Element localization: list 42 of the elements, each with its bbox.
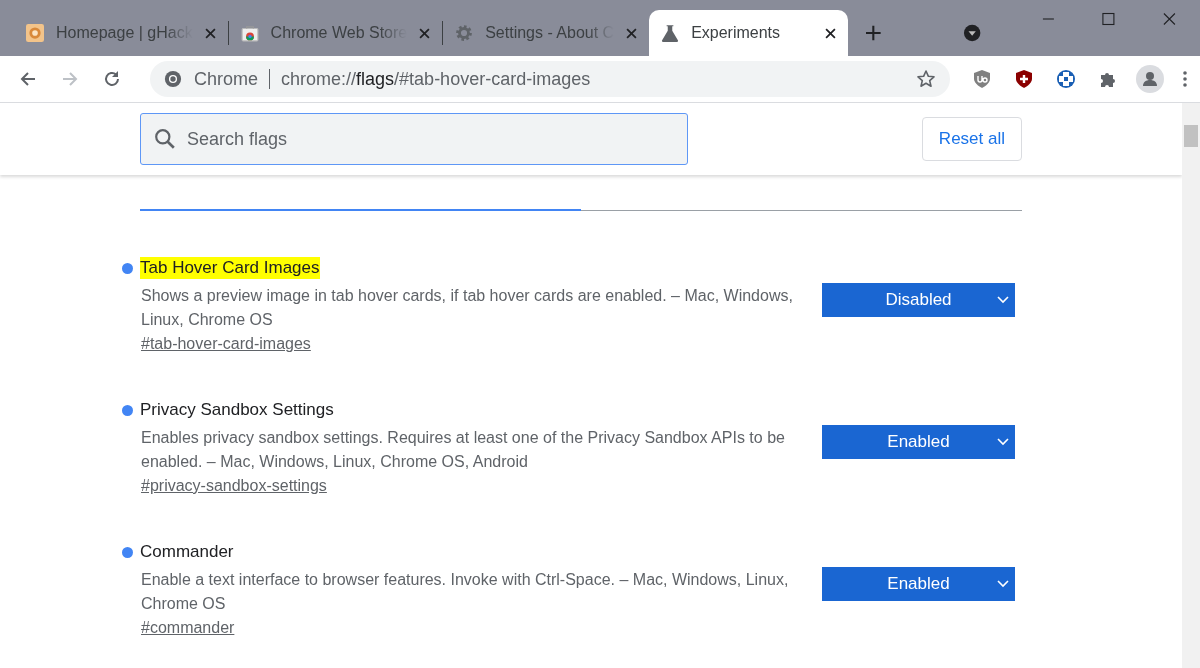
search-field[interactable]: Search flags [140, 113, 688, 165]
flag-title: Commander [140, 541, 234, 563]
search-icon [154, 128, 176, 150]
reload-icon[interactable] [102, 69, 122, 89]
flag-state-dropdown[interactable]: Enabled [822, 425, 1015, 459]
menu-icon[interactable] [1182, 69, 1188, 89]
flask-icon [661, 24, 680, 42]
flag-description: Shows a preview image in tab hover cards, if tab hover cards are enabled. – Mac, Windows, Linux, Chrome OS [141, 286, 794, 330]
tab-search-icon[interactable] [962, 23, 981, 43]
flag-description: Enable a text interface to browser features. Invoke with Ctrl-Space. – Mac, Windows, Linux, Chrome OS [141, 570, 790, 614]
chevron-icon [997, 296, 1009, 304]
shield-icon[interactable] [1014, 69, 1034, 89]
flag-link[interactable]: #commander [141, 619, 235, 637]
url-text: chrome://flags/#tab-hover-card-images [281, 68, 591, 90]
flag-link[interactable]: #privacy-sandbox-settings [141, 477, 327, 495]
flag-state-dropdown[interactable]: Enabled [822, 567, 1015, 601]
chevron-icon [997, 580, 1009, 588]
chrome-logo-icon [164, 70, 182, 88]
reset-all-button[interactable]: Reset all [921, 117, 1022, 161]
maximize-icon[interactable] [1102, 12, 1116, 26]
flag-state-dropdown[interactable]: Disabled [822, 283, 1015, 317]
flag-title: Tab Hover Card Images [140, 257, 320, 279]
cross-circle-icon[interactable] [1056, 69, 1076, 89]
chevron-icon [997, 438, 1009, 446]
new-tab-icon[interactable] [866, 25, 881, 41]
close-icon[interactable] [825, 27, 836, 39]
flag-link[interactable]: #tab-hover-card-images [141, 335, 311, 353]
status-dot [122, 546, 133, 558]
flag-title: Privacy Sandbox Settings [140, 399, 334, 421]
site-favicon-icon [26, 24, 44, 42]
site-label: Chrome [194, 68, 259, 90]
status-dot [122, 404, 133, 416]
scrollbar[interactable] [1182, 103, 1200, 668]
tab-title: Experiments [691, 24, 782, 42]
bookmark-star-icon[interactable] [916, 69, 936, 89]
profile-avatar-icon[interactable] [1136, 65, 1164, 93]
store-bag-icon [240, 24, 259, 42]
status-dot [122, 262, 133, 274]
browser-tab[interactable]: Experiments [649, 10, 848, 56]
flag-description: Enables privacy sandbox settings. Requires at least one of the Privacy Sandbox APIs to be enabled. – Mac, Windows, Linux, Chrome OS, Android [141, 428, 786, 472]
gear-icon [455, 24, 474, 42]
address-bar[interactable]: Chrome chrome://flags/#tab-hover-card-images [150, 61, 950, 97]
